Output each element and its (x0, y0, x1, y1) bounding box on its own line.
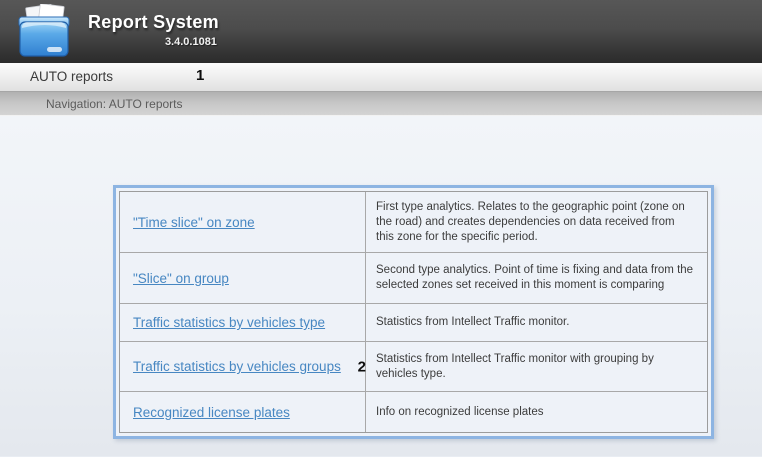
table-row: "Time slice" on zone First type analytic… (120, 192, 707, 252)
reports-folder-icon (13, 4, 75, 59)
report-description-text: Second type analytics. Point of time is … (376, 263, 695, 293)
report-description: Second type analytics. Point of time is … (366, 253, 707, 303)
callout-marker-1: 1 (196, 67, 204, 84)
report-link-traffic-statistics-by-vehicles-groups[interactable]: Traffic statistics by vehicles groups (133, 359, 341, 374)
app-title: Report System (88, 12, 219, 33)
report-link-cell: Recognized license plates (120, 392, 366, 432)
app-header: Report System 3.4.0.1081 (0, 0, 762, 63)
breadcrumb: Navigation: AUTO reports (46, 97, 183, 111)
reports-table-inner: "Time slice" on zone First type analytic… (119, 191, 708, 433)
report-description-text: Statistics from Intellect Traffic monito… (376, 352, 695, 382)
report-link-traffic-statistics-by-vehicles-type[interactable]: Traffic statistics by vehicles type (133, 315, 325, 330)
callout-marker-2: 2 (358, 358, 366, 375)
report-description-text: First type analytics. Relates to the geo… (376, 200, 695, 245)
title-block: Report System 3.4.0.1081 (88, 12, 219, 48)
table-row: "Slice" on group Second type analytics. … (120, 252, 707, 303)
menu-bar: AUTO reports 1 (0, 63, 762, 92)
report-link-cell: "Slice" on group (120, 253, 366, 303)
main-content: "Time slice" on zone First type analytic… (0, 116, 762, 456)
report-link-recognized-license-plates[interactable]: Recognized license plates (133, 405, 290, 420)
report-link-cell: Traffic statistics by vehicles groups 2 (120, 342, 366, 391)
report-description-text: Info on recognized license plates (376, 405, 544, 420)
reports-table: "Time slice" on zone First type analytic… (113, 185, 714, 439)
report-link-slice-on-group[interactable]: "Slice" on group (133, 271, 229, 286)
report-description: Statistics from Intellect Traffic monito… (366, 342, 707, 391)
report-link-cell: "Time slice" on zone (120, 192, 366, 252)
report-system-window: Report System 3.4.0.1081 AUTO reports 1 … (0, 0, 762, 457)
report-description-text: Statistics from Intellect Traffic monito… (376, 315, 569, 330)
report-description: Statistics from Intellect Traffic monito… (366, 304, 707, 341)
report-description: First type analytics. Relates to the geo… (366, 192, 707, 252)
report-description: Info on recognized license plates (366, 392, 707, 432)
table-row: Traffic statistics by vehicles groups 2 … (120, 341, 707, 391)
report-link-time-slice-on-zone[interactable]: "Time slice" on zone (133, 215, 255, 230)
table-row: Traffic statistics by vehicles type Stat… (120, 303, 707, 341)
menu-item-auto-reports[interactable]: AUTO reports (30, 69, 113, 84)
table-row: Recognized license plates Info on recogn… (120, 391, 707, 432)
app-version: 3.4.0.1081 (88, 36, 219, 48)
report-link-cell: Traffic statistics by vehicles type (120, 304, 366, 341)
navigation-bar: Navigation: AUTO reports (0, 92, 762, 116)
